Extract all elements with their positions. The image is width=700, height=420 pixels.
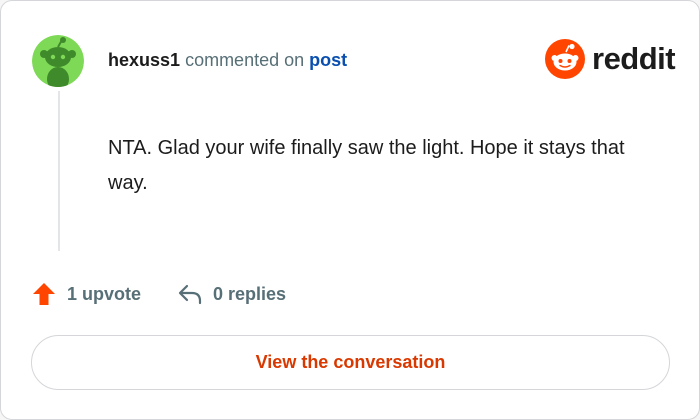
user-avatar[interactable] <box>32 35 84 87</box>
replies-button[interactable]: 0 replies <box>177 281 286 307</box>
upvote-count: 1 upvote <box>67 283 142 304</box>
view-conversation-button[interactable]: View the conversation <box>31 335 670 390</box>
replies-count: 0 replies <box>213 283 287 304</box>
reddit-wordmark: reddit <box>592 41 676 76</box>
post-link[interactable]: post <box>309 50 347 70</box>
reply-arrow-icon <box>178 284 202 305</box>
reddit-snoo-icon <box>545 39 585 79</box>
comment-actions: 1 upvote 0 replies <box>31 279 286 309</box>
snoo-avatar-icon <box>32 35 84 87</box>
comment-header: hexuss1 commented on post <box>108 48 347 72</box>
upvote-button[interactable]: 1 upvote <box>31 281 141 307</box>
comment-body: NTA. Glad your wife finally saw the ligh… <box>108 137 625 194</box>
embedded-comment-card: hexuss1 commented on post reddit NTA. Gl… <box>0 0 700 420</box>
comment-author[interactable]: hexuss1 <box>108 50 180 70</box>
thread-line <box>58 91 60 251</box>
upvote-arrow-icon <box>33 283 55 305</box>
comment-action-text: commented on <box>185 50 305 70</box>
reddit-logo[interactable]: reddit <box>545 39 676 79</box>
